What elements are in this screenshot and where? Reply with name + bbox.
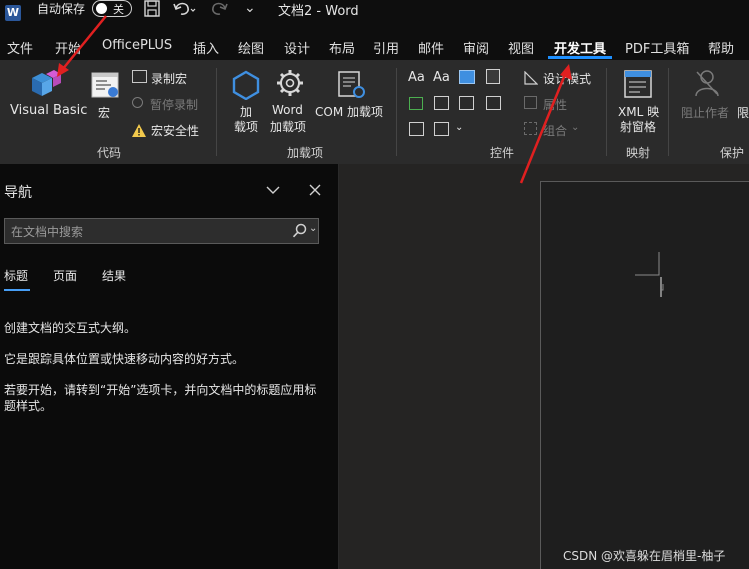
tab-insert[interactable]: 插入 <box>193 38 219 57</box>
word-addins-button-line1[interactable]: Word <box>272 103 303 117</box>
warning-icon <box>132 122 146 141</box>
tab-help[interactable]: 帮助 <box>708 38 734 57</box>
search-options-chevron-icon[interactable]: ⌄ <box>309 223 317 234</box>
com-addins-icon <box>337 70 367 104</box>
com-addins-button[interactable]: COM 加载项 <box>315 103 383 120</box>
save-icon[interactable] <box>143 0 161 22</box>
pause-recording-icon <box>132 97 143 108</box>
tab-home[interactable]: 开始 <box>55 38 81 57</box>
redo-icon[interactable] <box>211 0 229 22</box>
document-page[interactable] <box>540 181 749 569</box>
dropdown-list-control-icon[interactable] <box>459 96 474 110</box>
navigation-message-1: 创建文档的交互式大纲。 <box>4 321 137 335</box>
date-picker-control-icon[interactable] <box>486 96 501 110</box>
tab-file[interactable]: 文件 <box>7 38 33 57</box>
active-nav-tab-indicator <box>4 289 30 291</box>
word-addins-gear-icon <box>275 68 305 102</box>
customize-quick-access-icon[interactable]: ⌄ <box>244 0 256 16</box>
search-input[interactable]: 在文档中搜索 <box>11 223 83 240</box>
navigation-message-3: 若要开始，请转到“开始”选项卡，并向文档中的标题应用标题样式。 <box>4 383 317 413</box>
autosave-label: 自动保存 <box>37 2 86 16</box>
repeating-section-control-icon[interactable] <box>409 122 424 136</box>
active-tab-indicator <box>548 56 612 59</box>
tab-references[interactable]: 引用 <box>373 38 399 57</box>
xml-mapping-button-line2[interactable]: 射窗格 <box>620 118 656 135</box>
macro-security-button[interactable]: 宏安全性 <box>151 122 199 139</box>
pane-options-chevron-icon[interactable] <box>265 182 281 201</box>
group-label-controls: 控件 <box>490 146 515 160</box>
group-separator <box>606 68 607 156</box>
record-macro-icon <box>132 70 147 83</box>
word-addins-button-line2[interactable]: 加载项 <box>270 118 306 135</box>
tab-pdf-toolbox[interactable]: PDF工具箱 <box>625 38 689 57</box>
tab-draw[interactable]: 绘图 <box>238 38 264 57</box>
tab-view[interactable]: 视图 <box>508 38 534 57</box>
autosave-toggle[interactable]: 关 <box>92 0 132 17</box>
tab-review[interactable]: 审阅 <box>463 38 489 57</box>
visual-basic-icon <box>28 68 62 104</box>
restrict-editing-button[interactable]: 限 <box>737 104 749 121</box>
legacy-tools-dropdown-icon[interactable]: ⌄ <box>455 122 463 133</box>
word-logo-icon: W <box>5 5 21 21</box>
group-label-addins: 加载项 <box>287 146 324 160</box>
tab-mailings[interactable]: 邮件 <box>418 38 444 57</box>
building-block-control-icon[interactable] <box>486 69 500 84</box>
block-authors-person-icon <box>694 68 720 102</box>
macros-icon <box>91 70 121 104</box>
pause-recording-button: 暂停录制 <box>150 98 199 112</box>
group-button: 组合 <box>543 124 568 138</box>
navigation-message-2: 它是跟踪具体位置或快速移动内容的好方式。 <box>4 352 245 366</box>
title-bar: W 自动保存 关 ⌄ 文档2 - Word <box>0 0 749 30</box>
group-separator <box>396 68 397 156</box>
visual-basic-button[interactable]: Visual Basic <box>10 103 87 118</box>
checkbox-control-icon[interactable] <box>409 97 423 110</box>
tab-design[interactable]: 设计 <box>284 38 310 57</box>
tab-officeplus[interactable]: OfficePLUS <box>102 38 172 53</box>
group-label-code: 代码 <box>97 146 122 160</box>
addins-button-line2[interactable]: 载项 <box>234 118 258 135</box>
design-mode-button[interactable]: 设计模式 <box>543 70 591 87</box>
nav-tab-pages[interactable]: 页面 <box>53 267 77 284</box>
undo-icon[interactable] <box>172 0 196 22</box>
combo-box-control-icon[interactable] <box>434 96 449 110</box>
rich-text-control-button[interactable]: Aa <box>408 70 425 85</box>
legacy-tools-icon[interactable] <box>434 122 449 136</box>
properties-button: 属性 <box>543 98 568 112</box>
navigation-title: 导航 <box>4 185 32 201</box>
record-macro-button[interactable]: 录制宏 <box>151 70 187 87</box>
group-dropdown-icon: ⌄ <box>571 122 580 133</box>
close-icon[interactable] <box>308 182 322 201</box>
design-mode-icon <box>524 70 539 89</box>
watermark: CSDN @欢喜躲在眉梢里-柚子 <box>563 549 726 563</box>
group-label-mapping: 映射 <box>626 146 651 160</box>
nav-tab-results[interactable]: 结果 <box>102 267 126 284</box>
block-authors-button: 阻止作者 <box>681 106 730 120</box>
addins-icon <box>231 70 261 104</box>
toggle-knob-icon <box>96 3 107 14</box>
group-separator <box>668 68 669 156</box>
group-label-protect: 保护 <box>720 146 745 160</box>
macros-button[interactable]: 宏 <box>98 104 110 121</box>
group-separator <box>216 68 217 156</box>
nav-tab-headings[interactable]: 标题 <box>4 267 28 284</box>
document-title: 文档2 - Word <box>278 4 359 19</box>
margin-corner-mark <box>635 252 665 302</box>
tab-layout[interactable]: 布局 <box>329 38 355 57</box>
properties-icon <box>524 96 537 109</box>
autosave-state: 关 <box>113 3 124 16</box>
search-icon[interactable] <box>292 223 308 243</box>
group-icon <box>524 122 537 135</box>
xml-mapping-pane-icon <box>624 70 652 102</box>
picture-control-icon[interactable] <box>459 70 475 84</box>
tab-developer[interactable]: 开发工具 <box>554 38 606 57</box>
plain-text-control-button[interactable]: Aa <box>433 70 450 85</box>
